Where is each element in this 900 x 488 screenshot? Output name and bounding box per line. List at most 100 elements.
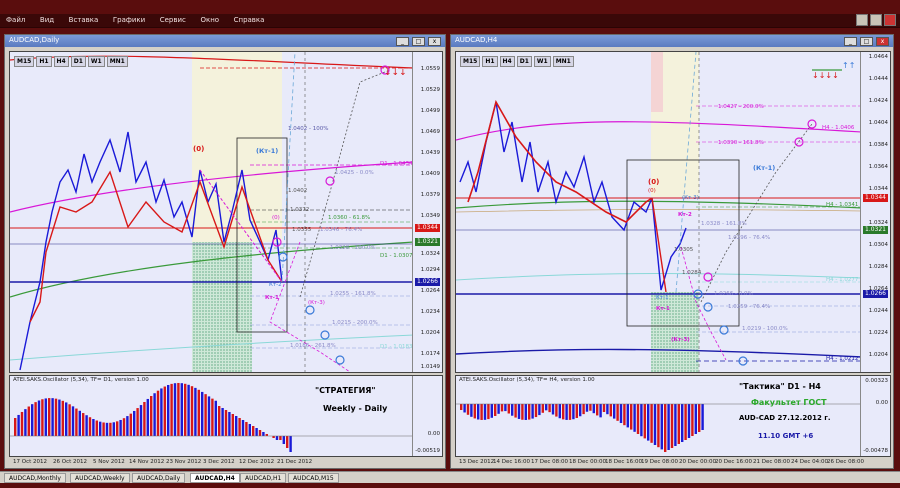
menu-file[interactable]: Файл xyxy=(0,14,31,24)
tab-h4[interactable]: AUDCAD,H4 xyxy=(190,473,240,483)
y-tick: 1.0204 xyxy=(868,352,888,358)
tab-h1[interactable]: AUDCAD,H1 xyxy=(240,473,287,483)
close-button[interactable]: x xyxy=(876,37,889,46)
osc-bar xyxy=(687,404,691,438)
x-tick: 18 Dec 00:00 xyxy=(569,459,606,465)
price-chart[interactable]: M15 H1 H4 D1 W1 MN1 (0) (0) (Кт-1) Кт-2 … xyxy=(455,51,891,373)
h4-label-3: H4 - 1.0212 xyxy=(826,356,859,362)
svg-text:↓↓↓: ↓↓↓ xyxy=(384,68,407,76)
tf-h1-button[interactable]: H1 xyxy=(482,56,498,67)
osc-bar xyxy=(211,398,214,436)
tab-weekly[interactable]: AUDCAD,Weekly xyxy=(70,473,130,483)
tf-mn1-button[interactable]: MN1 xyxy=(106,56,128,67)
osc-bar xyxy=(44,398,47,436)
osc-bar xyxy=(286,436,289,448)
minimize-button[interactable]: _ xyxy=(844,37,857,46)
y-tick: 1.0464 xyxy=(868,54,888,60)
osc-bar xyxy=(657,404,660,448)
arrows-icon: ↑↑ ↓↓↓↓ xyxy=(812,61,855,78)
menu-insert[interactable]: Вставка xyxy=(63,14,105,24)
menu-charts[interactable]: Графики xyxy=(107,14,151,24)
osc-bar xyxy=(17,414,20,436)
fib-label-4: 1.0296 - 76.4% xyxy=(728,235,771,241)
value-label-3: 1.0355 xyxy=(292,227,312,233)
x-tick: 24 Dec 04:00 xyxy=(791,459,828,465)
tf-m15-button[interactable]: M15 xyxy=(14,56,35,67)
tf-h4-button[interactable]: H4 xyxy=(499,56,515,67)
price-plot-svg xyxy=(456,52,862,372)
tf-w1-button[interactable]: W1 xyxy=(533,56,551,67)
osc-bar xyxy=(282,436,285,444)
osc-bar xyxy=(180,383,183,436)
osc-bar xyxy=(170,383,173,436)
osc-bar xyxy=(85,415,88,436)
y-tick: 1.0364 xyxy=(868,164,888,170)
osc-bar xyxy=(487,404,490,420)
minimize-button[interactable]: _ xyxy=(396,37,409,46)
app-minimize-button[interactable] xyxy=(856,14,868,26)
x-tick: 18 Dec 16:00 xyxy=(605,459,642,465)
d1-label-b: D1 - 1.0307 xyxy=(380,253,413,259)
osc-tick: -0.00478 xyxy=(863,448,888,454)
value-label-1: 1.0402 xyxy=(288,188,308,194)
osc-bar xyxy=(698,404,701,432)
close-button[interactable]: x xyxy=(428,37,441,46)
osc-bar xyxy=(694,404,697,434)
fib-label-3: 1.0360 - 61.8% xyxy=(328,215,371,221)
menu-window[interactable]: Окно xyxy=(194,14,225,24)
price-chart[interactable]: M15 H1 H4 D1 W1 MN1 (0) (0) (Кт-1) Кт-2 … xyxy=(9,51,443,373)
osc-bar xyxy=(24,409,27,436)
osc-bar xyxy=(238,418,241,436)
oscillator-axis: 0.00 -0.00519 xyxy=(412,376,442,456)
tab-m15[interactable]: AUDCAD,M15 xyxy=(288,473,339,483)
maximize-button[interactable]: □ xyxy=(412,37,425,46)
tab-monthly[interactable]: AUDCAD,Monthly xyxy=(4,473,66,483)
y-tick: 1.0559 xyxy=(420,66,440,72)
y-tick: 1.0294 xyxy=(420,267,440,273)
time-axis: 17 Oct 2012 26 Oct 2012 5 Nov 2012 14 No… xyxy=(11,458,415,468)
menu-help[interactable]: Справка xyxy=(228,14,271,24)
tf-h4-button[interactable]: H4 xyxy=(53,56,69,67)
app-close-button[interactable] xyxy=(884,14,896,26)
x-tick: 26 Dec 08:00 xyxy=(827,459,864,465)
y-tick: 1.0529 xyxy=(420,87,440,93)
menu-view[interactable]: Вид xyxy=(34,14,60,24)
osc-tick: -0.00519 xyxy=(415,448,440,454)
osc-bar xyxy=(187,384,190,436)
osc-bar xyxy=(555,404,558,417)
osc-bar xyxy=(177,382,180,436)
osc-bar xyxy=(551,404,555,415)
osc-bar xyxy=(670,404,674,448)
osc-bar xyxy=(116,421,119,436)
osc-bar xyxy=(275,436,279,440)
osc-bar xyxy=(126,416,129,436)
tab-daily[interactable]: AUDCAD,Daily xyxy=(132,473,186,483)
label-kt2: Кт-2 xyxy=(678,212,692,218)
tf-w1-button[interactable]: W1 xyxy=(87,56,105,67)
x-tick: 20 Dec 16:00 xyxy=(715,459,752,465)
osc-bar xyxy=(20,411,24,436)
osc-bar xyxy=(613,404,616,419)
osc-bar xyxy=(541,404,544,413)
strategy-title: "СТРАТЕГИЯ" xyxy=(315,386,376,395)
maximize-button[interactable]: □ xyxy=(860,37,873,46)
fib-label-4: 1.0346 - 76.4% xyxy=(320,227,363,233)
osc-bar xyxy=(143,401,146,436)
osc-bar xyxy=(490,404,493,418)
osc-bar xyxy=(592,404,595,414)
tf-d1-button[interactable]: D1 xyxy=(516,56,532,67)
oscillator-panel: ATEI.SAKS.Oscillator (5,34), TF= H4, ver… xyxy=(455,375,891,457)
osc-bar xyxy=(514,404,517,418)
tf-mn1-button[interactable]: MN1 xyxy=(552,56,574,67)
tf-d1-button[interactable]: D1 xyxy=(70,56,86,67)
label-zero: (0) xyxy=(648,178,660,186)
osc-bar xyxy=(68,404,71,436)
osc-bar xyxy=(279,436,282,440)
app-restore-button[interactable] xyxy=(870,14,882,26)
x-tick: 13 Dec 2012 xyxy=(459,459,495,465)
tf-h1-button[interactable]: H1 xyxy=(36,56,52,67)
y-tick: 1.0349 xyxy=(420,213,440,219)
tf-m15-button[interactable]: M15 xyxy=(460,56,481,67)
menu-tools[interactable]: Сервис xyxy=(154,14,192,24)
time-label: 11.10 GMT +6 xyxy=(758,432,814,440)
